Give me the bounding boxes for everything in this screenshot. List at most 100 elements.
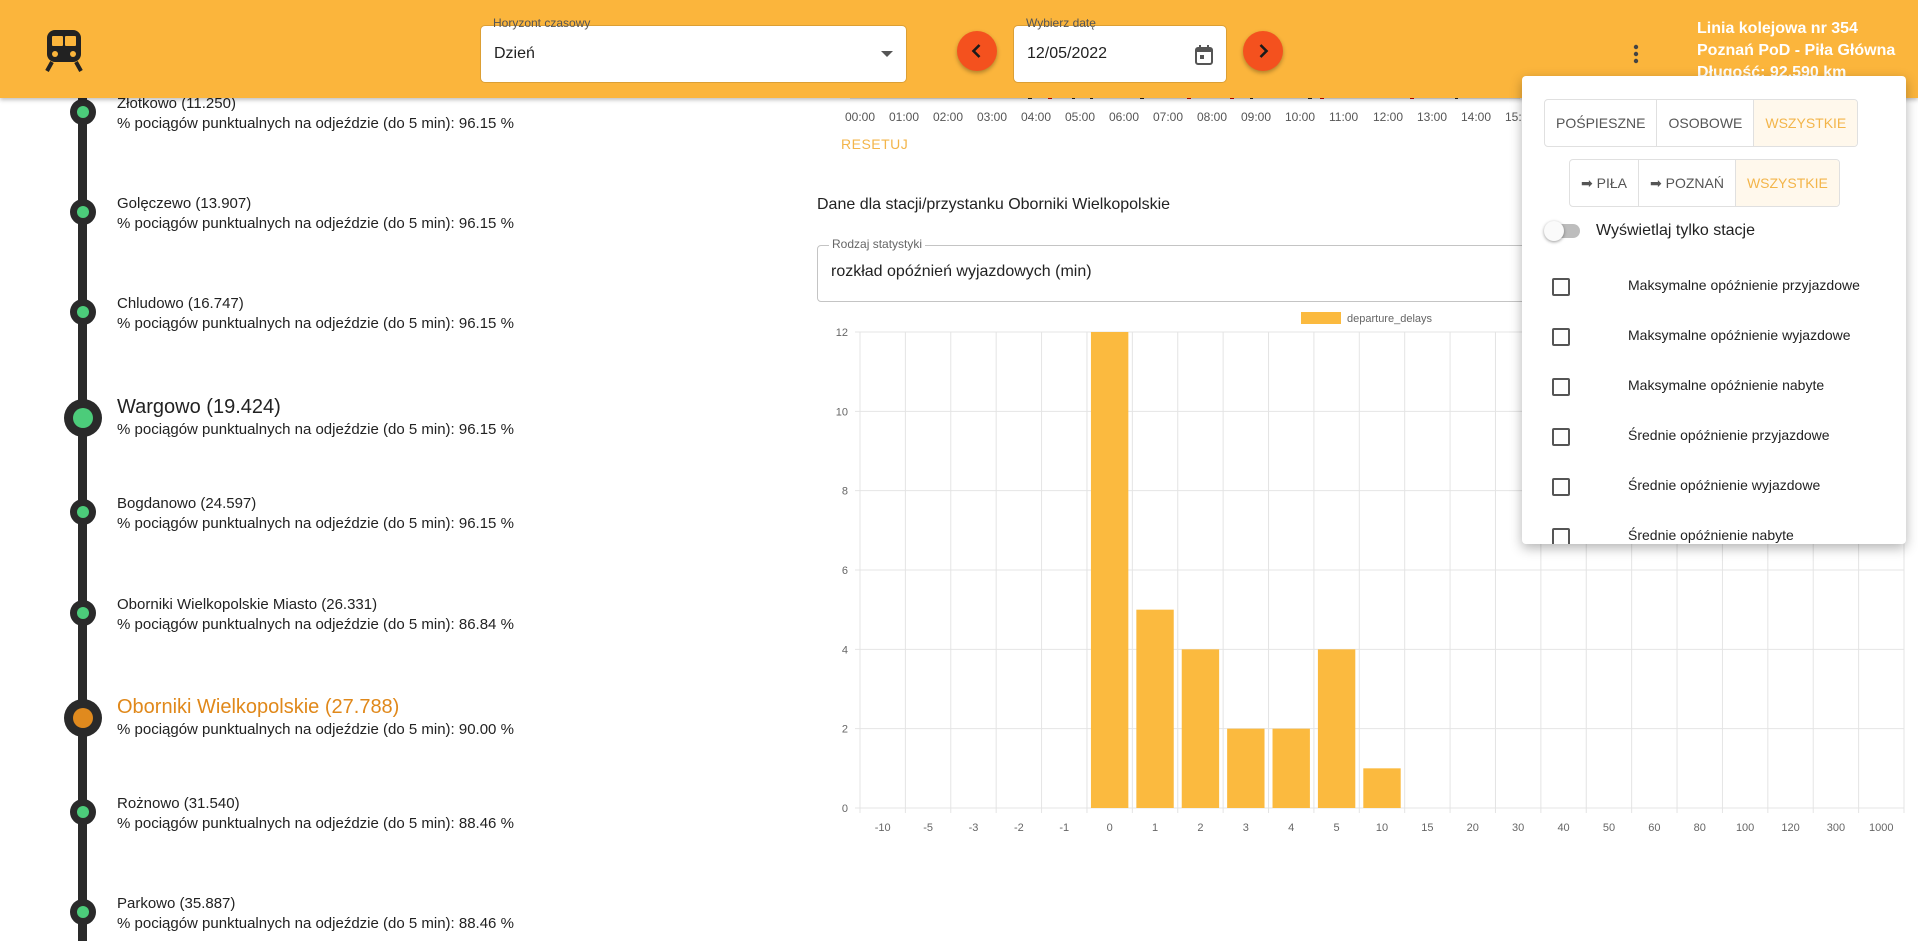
checkbox[interactable]: [1552, 528, 1570, 544]
statistic-option-label: Maksymalne opóźnienie przyjazdowe: [1628, 277, 1860, 293]
station-marker-dot: [77, 607, 89, 619]
bar[interactable]: [1136, 609, 1174, 808]
station-name[interactable]: Bogdanowo (24.597): [117, 495, 256, 512]
checkbox[interactable]: [1552, 328, 1570, 346]
y-tick-label: 12: [836, 327, 848, 339]
y-tick-label: 0: [842, 803, 848, 815]
line-info: Linia kolejowa nr 354 Poznań PoD - Piła …: [1697, 18, 1895, 84]
station-marker[interactable]: [64, 399, 102, 437]
checkbox[interactable]: [1552, 478, 1570, 496]
bar[interactable]: [1317, 649, 1356, 808]
statistic-option[interactable]: Średnie opóźnienie wyjazdowe: [1552, 475, 1892, 499]
station-name[interactable]: Golęczewo (13.907): [117, 195, 251, 212]
station-marker[interactable]: [70, 799, 96, 825]
station-marker-dot: [77, 506, 89, 518]
time-horizon-select[interactable]: Horyzont czasowy Dzień: [481, 16, 906, 82]
chevron-left-icon: [971, 44, 981, 58]
checkbox[interactable]: [1552, 378, 1570, 396]
statistic-type-label: Rodzaj statystyki: [829, 237, 926, 251]
station-punctuality: % pociągów punktualnych na odjeździe (do…: [117, 815, 514, 832]
legend-swatch: [1301, 312, 1341, 324]
station-marker-dot: [77, 106, 89, 118]
line-route: Poznań PoD - Piła Główna: [1697, 42, 1896, 59]
station-marker[interactable]: [70, 499, 96, 525]
reset-button[interactable]: RESETUJ: [841, 136, 908, 152]
hour-tick-label: 12:00: [1373, 110, 1404, 124]
hour-tick-label: 05:00: [1065, 110, 1096, 124]
station-name[interactable]: Rożnowo (31.540): [117, 795, 240, 812]
train-type-all[interactable]: WSZYSTKIE: [1754, 100, 1858, 146]
station-punctuality: % pociągów punktualnych na odjeździe (do…: [117, 616, 514, 633]
time-horizon-label: Horyzont czasowy: [493, 16, 591, 30]
hour-tick-label: 13:00: [1417, 110, 1448, 124]
bar[interactable]: [1090, 332, 1129, 808]
statistic-option[interactable]: Średnie opóźnienie nabyte: [1552, 525, 1892, 544]
hour-tick-label: 00:00: [845, 110, 876, 124]
station-punctuality: % pociągów punktualnych na odjeździe (do…: [117, 215, 514, 232]
direction-toggle: ➡ PIŁA ➡ POZNAŃ WSZYSTKIE: [1569, 159, 1840, 207]
statistic-option[interactable]: Maksymalne opóźnienie przyjazdowe: [1552, 275, 1892, 299]
y-tick-label: 6: [842, 565, 848, 577]
station-marker[interactable]: [70, 299, 96, 325]
checkbox[interactable]: [1552, 278, 1570, 296]
direction-all[interactable]: WSZYSTKIE: [1735, 160, 1839, 206]
statistic-option[interactable]: Średnie opóźnienie przyjazdowe: [1552, 425, 1892, 449]
checkbox[interactable]: [1552, 428, 1570, 446]
date-value: 12/05/2022: [1027, 45, 1108, 62]
train-icon: [45, 30, 83, 72]
x-tick-label: -5: [923, 822, 933, 834]
train-type-passenger[interactable]: OSOBOWE: [1657, 100, 1755, 146]
direction-pila[interactable]: ➡ PIŁA: [1570, 160, 1639, 206]
station-punctuality: % pociągów punktualnych na odjeździe (do…: [117, 421, 514, 438]
hour-tick-label: 03:00: [977, 110, 1008, 124]
x-tick-label: 0: [1107, 822, 1113, 834]
next-date-button[interactable]: [1243, 31, 1283, 71]
station-name[interactable]: Oborniki Wielkopolskie Miasto (26.331): [117, 596, 377, 613]
x-tick-label: 120: [1781, 822, 1799, 834]
x-tick-label: 300: [1827, 822, 1845, 834]
x-tick-label: 60: [1648, 822, 1660, 834]
more-options-icon[interactable]: [1628, 42, 1644, 66]
bar[interactable]: [1227, 728, 1265, 808]
direction-poznan[interactable]: ➡ POZNAŃ: [1639, 160, 1736, 206]
bar[interactable]: [1272, 728, 1310, 808]
x-tick-label: 40: [1557, 822, 1569, 834]
station-marker[interactable]: [70, 199, 96, 225]
legend-label: departure_delays: [1347, 313, 1433, 325]
station-name[interactable]: Wargowo (19.424): [117, 396, 281, 419]
station-punctuality: % pociągów punktualnych na odjeździe (do…: [117, 915, 514, 932]
bar[interactable]: [1363, 768, 1401, 808]
bar[interactable]: [1181, 649, 1220, 808]
statistic-type-select[interactable]: Rodzaj statystyki rozkład opóźnień wyjaz…: [817, 237, 1579, 302]
station-punctuality: % pociągów punktualnych na odjeździe (do…: [117, 721, 514, 738]
station-marker[interactable]: [70, 600, 96, 626]
statistic-option[interactable]: Maksymalne opóźnienie wyjazdowe: [1552, 325, 1892, 349]
hour-tick-label: 06:00: [1109, 110, 1140, 124]
y-tick-label: 10: [836, 406, 848, 418]
station-marker-dot: [77, 906, 89, 918]
y-tick-label: 8: [842, 486, 848, 498]
station-name[interactable]: Chludowo (16.747): [117, 295, 244, 312]
previous-date-button[interactable]: [957, 31, 997, 71]
station-marker[interactable]: [70, 899, 96, 925]
x-tick-label: -3: [969, 822, 979, 834]
x-tick-label: 2: [1197, 822, 1203, 834]
station-marker[interactable]: [64, 699, 102, 737]
statistic-option[interactable]: Maksymalne opóźnienie nabyte: [1552, 375, 1892, 399]
station-marker[interactable]: [70, 99, 96, 125]
train-type-toggle: POŚPIESZNE OSOBOWE WSZYSTKIE: [1544, 99, 1859, 147]
hour-tick-label: 11:00: [1329, 110, 1359, 124]
statistic-type-value: rozkład opóźnień wyjazdowych (min): [831, 263, 1092, 280]
x-tick-label: 80: [1694, 822, 1706, 834]
date-picker-field[interactable]: Wybierz datę 12/05/2022: [1014, 16, 1226, 82]
x-tick-label: 1: [1152, 822, 1158, 834]
stations-only-switch[interactable]: [1544, 221, 1580, 241]
x-tick-label: 3: [1243, 822, 1249, 834]
station-punctuality: % pociągów punktualnych na odjeździe (do…: [117, 315, 514, 332]
calendar-icon[interactable]: [1194, 44, 1214, 66]
x-tick-label: 5: [1334, 822, 1340, 834]
station-name[interactable]: Oborniki Wielkopolskie (27.788): [117, 696, 399, 719]
train-type-fast[interactable]: POŚPIESZNE: [1545, 100, 1658, 146]
filter-menu: POŚPIESZNE OSOBOWE WSZYSTKIE ➡ PIŁA ➡ PO…: [1522, 76, 1906, 544]
station-name[interactable]: Parkowo (35.887): [117, 895, 235, 912]
